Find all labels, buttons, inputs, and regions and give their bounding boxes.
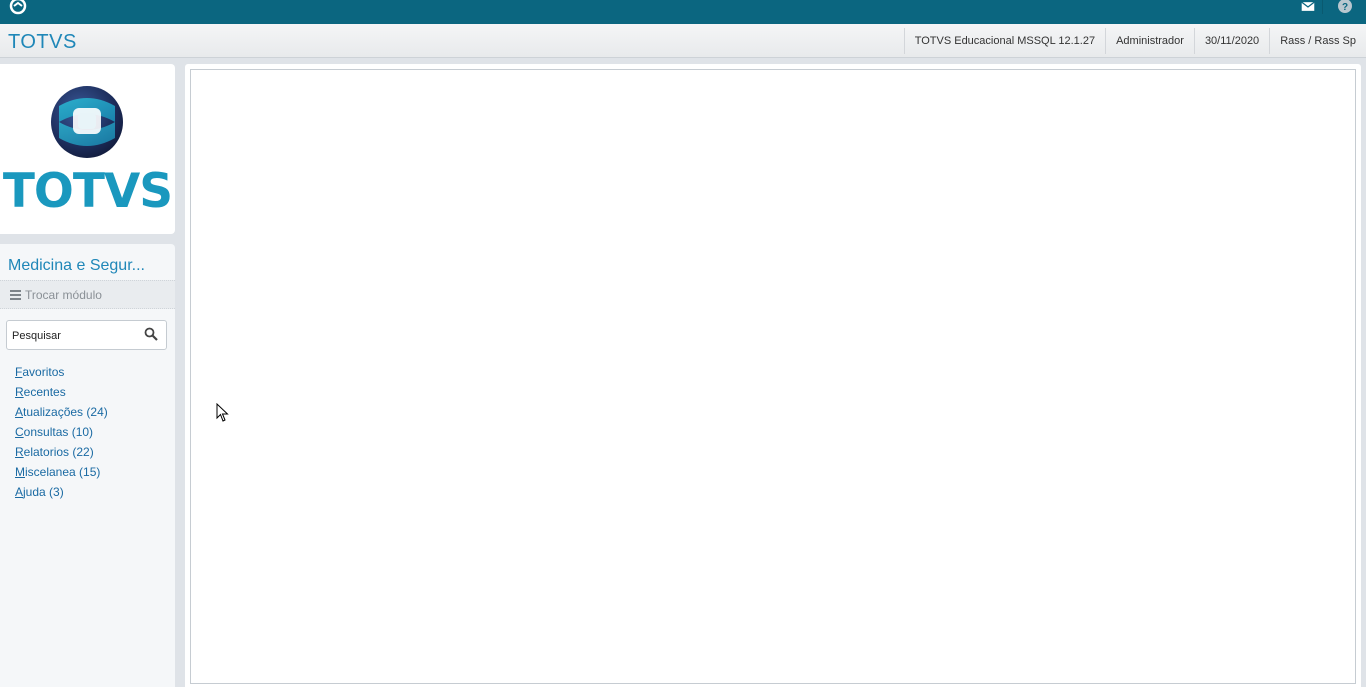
menu-item-consultas[interactable]: Consultas (10) [15, 422, 108, 442]
header-bar: TOTVS TOTVS Educacional MSSQL 12.1.27 Ad… [0, 24, 1366, 58]
user-label: Administrador [1105, 28, 1194, 54]
company-label: Rass / Rass Sp [1269, 28, 1366, 54]
app-logo-icon[interactable] [9, 0, 27, 18]
sidebar-menu: Medicina e Segur... Trocar módulo Favori… [0, 244, 175, 687]
session-info: TOTVS Educacional MSSQL 12.1.27 Administ… [903, 28, 1366, 54]
help-icon[interactable]: ? [1334, 0, 1356, 14]
mouse-cursor-icon [216, 403, 229, 422]
search-icon[interactable] [144, 327, 158, 341]
menu-item-atualizacoes[interactable]: Atualizações (24) [15, 402, 108, 422]
swap-module-label: Trocar módulo [25, 287, 102, 302]
menu-list: Favoritos Recentes Atualizações (24) Con… [15, 362, 108, 502]
top-bar: ? [0, 0, 1366, 24]
totvs-logo-icon [51, 86, 123, 158]
menu-item-ajuda[interactable]: Ajuda (3) [15, 482, 108, 502]
brand-title: TOTVS [8, 31, 77, 53]
module-title: Medicina e Segur... [8, 257, 145, 274]
search-input[interactable] [12, 327, 137, 344]
mail-icon[interactable] [1293, 0, 1323, 14]
menu-item-miscelanea[interactable]: Miscelanea (15) [15, 462, 108, 482]
svg-text:?: ? [1342, 2, 1348, 13]
search-box [6, 320, 167, 350]
menu-item-favoritos[interactable]: Favoritos [15, 362, 108, 382]
menu-item-recentes[interactable]: Recentes [15, 382, 108, 402]
main-workspace [185, 64, 1361, 687]
date-label: 30/11/2020 [1193, 28, 1269, 54]
environment-label: TOTVS Educacional MSSQL 12.1.27 [903, 28, 1105, 54]
swap-module-button[interactable]: Trocar módulo [0, 280, 175, 309]
logo-panel: TOTVS [0, 64, 175, 234]
logo-text: TOTVS [2, 164, 173, 219]
menu-item-relatorios[interactable]: Relatorios (22) [15, 442, 108, 462]
hamburger-icon [10, 289, 21, 300]
workspace-frame[interactable] [190, 69, 1356, 684]
